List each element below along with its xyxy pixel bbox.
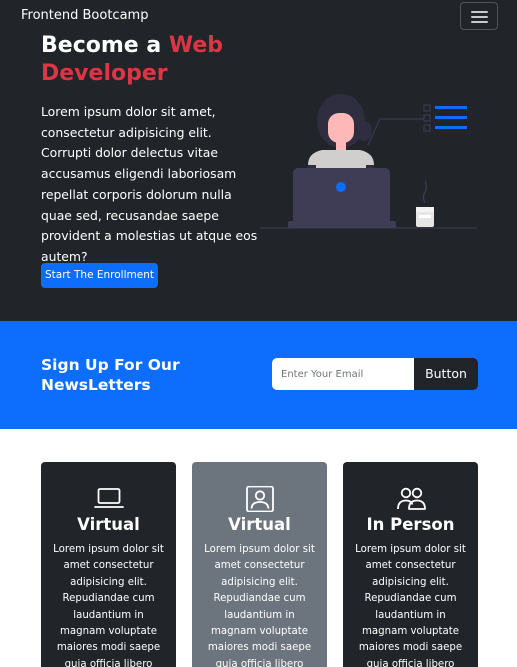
hero-title-accent-developer: Developer xyxy=(41,61,168,86)
card-virtual-laptop: Virtual Lorem ipsum dolor sit amet conse… xyxy=(41,462,176,667)
newsletter-title: Sign Up For Our NewsLetters xyxy=(41,356,180,394)
hero-title-prefix: Become a xyxy=(41,33,169,58)
navbar-toggler-button[interactable] xyxy=(460,2,498,30)
newsletter-submit-button[interactable]: Button xyxy=(414,358,478,390)
card-text: Lorem ipsum dolor sit amet consectetur a… xyxy=(204,544,315,667)
hero-section: Become a Web Developer Lorem ipsum dolor … xyxy=(0,32,517,321)
people-icon xyxy=(397,487,426,510)
email-input[interactable] xyxy=(272,358,414,390)
person-at-laptop-illustration xyxy=(260,94,477,229)
hero-title-accent-web: Web xyxy=(168,33,224,58)
hamburger-line xyxy=(471,21,488,23)
card-text: Lorem ipsum dolor sit amet consectetur a… xyxy=(53,544,164,667)
laptop-icon xyxy=(94,488,124,508)
card-in-person: In Person Lorem ipsum dolor sit amet con… xyxy=(343,462,478,667)
hero-title: Become a Web Developer xyxy=(41,32,271,88)
navbar-brand[interactable]: Frontend Bootcamp xyxy=(21,8,148,24)
card-title: Virtual xyxy=(228,515,291,534)
start-enrollment-button[interactable]: Start The Enrollment xyxy=(41,263,158,288)
newsletter-section: Sign Up For Our NewsLetters Button xyxy=(0,321,517,429)
hamburger-menu-icon xyxy=(471,11,488,13)
card-virtual-person: Virtual Lorem ipsum dolor sit amet conse… xyxy=(192,462,327,667)
card-title: Virtual xyxy=(77,515,140,534)
person-badge-icon xyxy=(246,486,274,512)
hamburger-line xyxy=(471,16,488,18)
hero-lead-text: Lorem ipsum dolor sit amet, consectetur … xyxy=(41,104,258,264)
navbar: Frontend Bootcamp xyxy=(0,0,517,32)
card-title: In Person xyxy=(366,515,455,534)
card-text: Lorem ipsum dolor sit amet consectetur a… xyxy=(355,544,466,667)
